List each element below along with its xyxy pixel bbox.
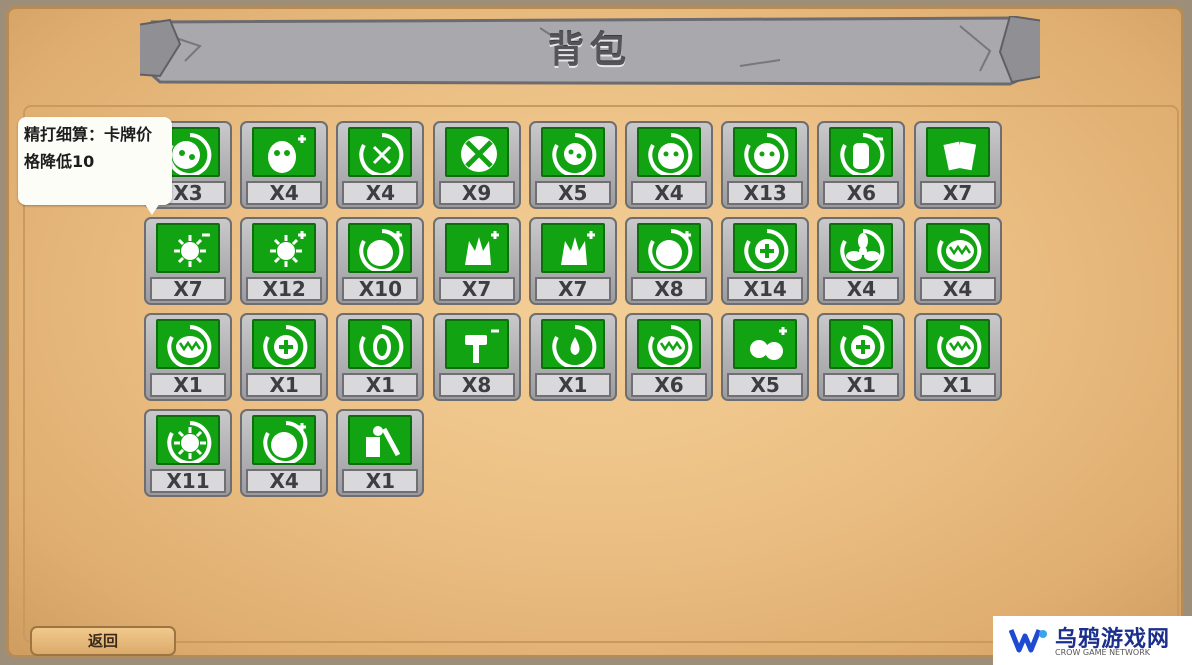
card-count: X6 <box>823 181 900 205</box>
card-count: X1 <box>823 373 900 397</box>
spiral-dots-icon <box>540 127 605 177</box>
card-count: X4 <box>342 181 419 205</box>
heart-cross-icon <box>733 223 798 273</box>
inventory-card[interactable]: X8 <box>432 313 521 401</box>
card-count: X4 <box>919 277 996 301</box>
target-icon <box>348 127 413 177</box>
inventory-card[interactable]: X1 <box>144 313 232 401</box>
maw-icon <box>925 223 990 273</box>
watermark-sub: CROW GAME NETWORK <box>1055 648 1151 657</box>
inventory-card[interactable]: X1 <box>913 313 1002 401</box>
inventory-card[interactable]: X8 <box>625 217 713 305</box>
sun-minus-icon <box>156 223 220 273</box>
pea-plus-icon <box>348 223 413 273</box>
inventory-card[interactable]: X4 <box>336 121 425 209</box>
card-tooltip: 精打细算：卡牌价格降低10 <box>18 117 172 215</box>
maw-icon <box>925 319 990 369</box>
inventory-card[interactable]: X7 <box>432 217 521 305</box>
inventory-card[interactable]: X4 <box>240 409 329 497</box>
card-count: X7 <box>150 277 226 301</box>
back-button[interactable]: 返回 <box>30 626 176 656</box>
bomb-plus-icon <box>252 415 317 465</box>
plus-ring-icon <box>252 319 317 369</box>
tools-icon <box>348 415 413 465</box>
title-banner: 背包 <box>140 16 1040 86</box>
inventory-card[interactable]: X1 <box>528 313 617 401</box>
card-count: X12 <box>246 277 323 301</box>
inventory-card[interactable]: X1 <box>240 313 329 401</box>
sun-plus-icon <box>252 223 317 273</box>
plus-steam-icon <box>829 319 894 369</box>
zombie-cone-icon <box>733 127 798 177</box>
zombie-face-icon <box>637 127 701 177</box>
card-count: X1 <box>534 373 611 397</box>
card-count: X14 <box>727 277 804 301</box>
inventory-card[interactable]: X7 <box>528 217 617 305</box>
inventory-card[interactable]: X11 <box>144 409 232 497</box>
inventory-card[interactable]: X7 <box>913 121 1002 209</box>
inventory-card[interactable]: X6 <box>625 313 713 401</box>
tooltip-text: 精打细算：卡牌价格降低10 <box>24 125 153 171</box>
hammer-minus-icon <box>444 319 509 369</box>
spiky-plus-icon <box>444 223 509 273</box>
card-count: X1 <box>342 469 419 493</box>
inventory-card[interactable]: X6 <box>817 121 906 209</box>
inventory-card[interactable]: X7 <box>144 217 232 305</box>
zero-ring-icon <box>348 319 413 369</box>
card-count: X7 <box>534 277 611 301</box>
card-count: X1 <box>246 373 323 397</box>
card-count: X1 <box>919 373 996 397</box>
inventory-card[interactable]: X12 <box>240 217 329 305</box>
card-count: X8 <box>631 277 707 301</box>
inventory-card[interactable]: X1 <box>336 313 425 401</box>
card-count: X7 <box>438 277 515 301</box>
drop-ring-icon <box>540 319 605 369</box>
inventory-card[interactable]: X9 <box>432 121 521 209</box>
card-count: X8 <box>438 373 515 397</box>
inventory-card[interactable]: X4 <box>240 121 329 209</box>
card-count: X10 <box>342 277 419 301</box>
inventory-card[interactable]: X4 <box>817 217 906 305</box>
inventory-card[interactable]: X4 <box>913 217 1002 305</box>
crow-logo-icon <box>1009 629 1047 653</box>
inventory-card[interactable]: X10 <box>336 217 425 305</box>
watermark: 乌鸦游戏网 CROW GAME NETWORK <box>993 616 1192 665</box>
inventory-card[interactable]: X4 <box>625 121 713 209</box>
inventory-card[interactable]: X1 <box>336 409 425 497</box>
inventory-card[interactable]: X1 <box>817 313 906 401</box>
gear-sun-icon <box>156 415 220 465</box>
fan-icon <box>829 223 894 273</box>
card-count: X6 <box>631 373 707 397</box>
card-count: X4 <box>246 181 323 205</box>
seed-plus-icon <box>252 127 317 177</box>
card-count: X4 <box>823 277 900 301</box>
inventory-card[interactable]: X5 <box>528 121 617 209</box>
maw-icon <box>156 319 220 369</box>
hand-minus-icon <box>829 127 894 177</box>
peas-plus-icon <box>733 319 798 369</box>
cards-icon <box>925 127 990 177</box>
inventory-card[interactable]: X13 <box>721 121 810 209</box>
card-count: X4 <box>246 469 323 493</box>
card-count: X11 <box>150 469 226 493</box>
inventory-card[interactable]: X5 <box>721 313 810 401</box>
card-count: X5 <box>534 181 611 205</box>
card-count: X1 <box>150 373 226 397</box>
spiky-plus-icon <box>540 223 605 273</box>
inventory-card[interactable]: X14 <box>721 217 810 305</box>
cross-target-icon <box>444 127 509 177</box>
card-count: X7 <box>919 181 996 205</box>
card-count: X9 <box>438 181 515 205</box>
card-count: X4 <box>631 181 707 205</box>
card-count: X13 <box>727 181 804 205</box>
bomb-plus-icon <box>637 223 701 273</box>
card-count: X5 <box>727 373 804 397</box>
page-title: 背包 <box>547 30 632 71</box>
flame-maw-icon <box>637 319 701 369</box>
card-count: X1 <box>342 373 419 397</box>
